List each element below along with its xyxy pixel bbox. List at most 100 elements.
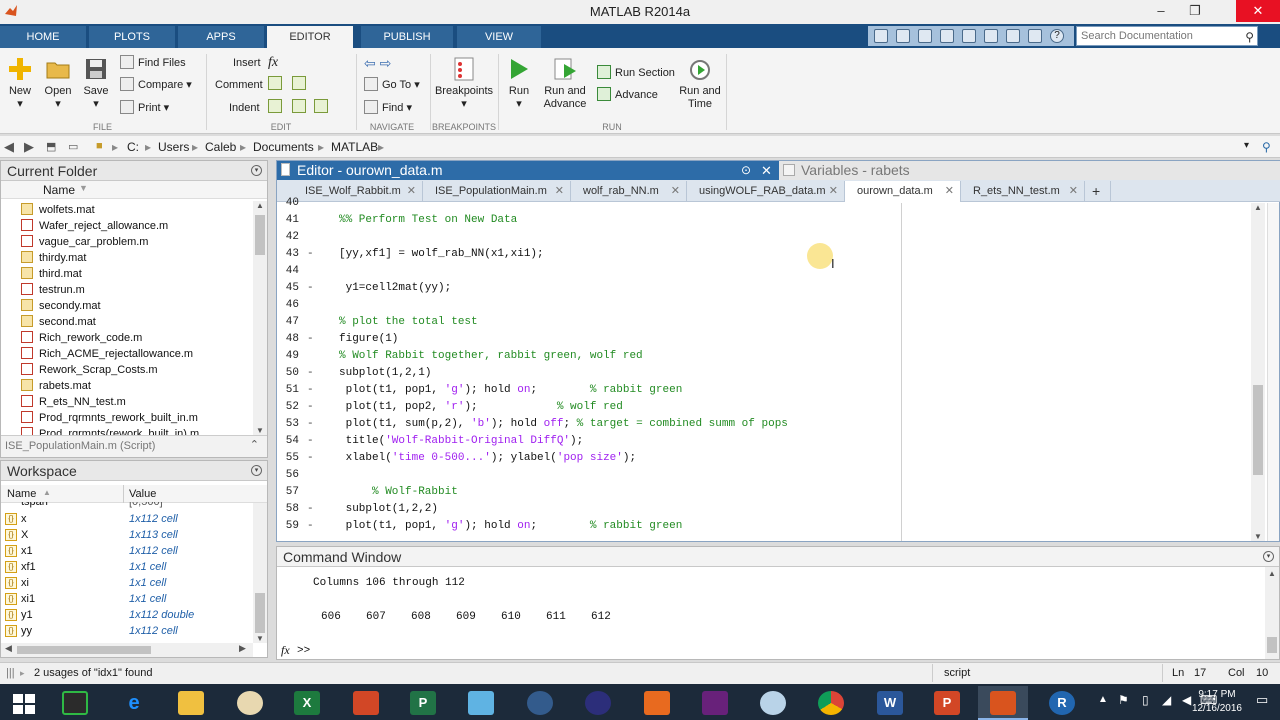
code-line[interactable]: 52- plot(t1, pop2, 'r'); % wolf red — [277, 399, 1257, 416]
taskbar-app[interactable]: X — [282, 686, 332, 720]
workspace-variable-row[interactable]: {} x 1x112 cell — [1, 511, 253, 527]
file-list-item[interactable]: third.mat — [21, 266, 82, 282]
command-scrollbar[interactable]: ▲ — [1265, 567, 1279, 659]
quick-switch-windows-icon[interactable] — [1028, 29, 1042, 43]
file-list-item[interactable]: thirdy.mat — [21, 250, 86, 266]
message-bar[interactable] — [1267, 203, 1279, 541]
up-folder-icon[interactable]: ⬒ — [46, 140, 56, 153]
breakpoint-marker[interactable]: - — [307, 280, 314, 297]
taskbar-app[interactable] — [341, 686, 391, 720]
maximize-button[interactable]: ❐ — [1180, 0, 1210, 22]
file-list-item[interactable]: Rework_Scrap_Costs.m — [21, 362, 158, 378]
taskbar-app[interactable]: W — [865, 686, 915, 720]
scroll-up-icon[interactable]: ▲ — [256, 201, 264, 210]
code-line[interactable]: 51- plot(t1, pop1, 'g'); hold on; % rabbi… — [277, 382, 1257, 399]
taskbar-app[interactable]: P — [398, 686, 448, 720]
file-list-item[interactable]: secondy.mat — [21, 298, 101, 314]
open-button[interactable]: Open ▾ — [42, 56, 74, 110]
code-line[interactable]: 46 — [277, 297, 1257, 314]
breakpoint-marker[interactable]: - — [307, 399, 314, 416]
code-line[interactable]: 42 — [277, 229, 1257, 246]
code-line[interactable]: 53- plot(t1, sum(p,2), 'b'); hold off; % … — [277, 416, 1257, 433]
breakpoint-marker[interactable]: - — [307, 365, 314, 382]
code-line[interactable]: 50- subplot(1,2,1) — [277, 365, 1257, 382]
panel-actions-icon[interactable]: ▾ — [251, 465, 262, 476]
minimize-button[interactable]: – — [1146, 0, 1176, 22]
code-line[interactable]: 43- [yy,xf1] = wolf_rab_NN(x1,xi1); — [277, 246, 1257, 263]
file-list-item[interactable]: vague_car_problem.m — [21, 234, 148, 250]
code-line[interactable]: 59- plot(t1, pop1, 'g'); hold on; % rabbi… — [277, 518, 1257, 535]
file-list-item[interactable]: Wafer_reject_allowance.m — [21, 218, 168, 234]
breadcrumb-caleb[interactable]: Caleb — [205, 140, 236, 154]
indent-button[interactable]: Indent — [229, 99, 260, 117]
decrease-indent-icon[interactable] — [314, 99, 328, 113]
code-line[interactable]: 56 — [277, 467, 1257, 484]
scroll-down-icon[interactable]: ▼ — [256, 426, 264, 435]
breadcrumb-matlab[interactable]: MATLAB — [331, 140, 378, 154]
scrollbar-thumb[interactable] — [1267, 637, 1277, 653]
tab-editor[interactable]: EDITOR — [267, 26, 353, 48]
editor-scrollbar[interactable]: ▲ ▼ — [1251, 203, 1265, 541]
workspace-variable-row[interactable]: {} yy 1x112 cell — [1, 623, 253, 639]
file-list-item[interactable]: Prod_rqrmnts_rework_built_in.m — [21, 410, 198, 426]
run-section-button[interactable]: Run Section — [597, 64, 675, 82]
breakpoint-marker[interactable]: - — [307, 450, 314, 467]
find-files-button[interactable]: Find Files — [120, 54, 186, 72]
file-list-item[interactable]: testrun.m — [21, 282, 85, 298]
browse-folder-icon[interactable]: ▭ — [68, 140, 78, 153]
taskbar-app[interactable] — [632, 686, 682, 720]
file-list-item[interactable]: wolfets.mat — [21, 202, 95, 218]
workspace-hscrollbar[interactable]: ◀ ▶ — [1, 643, 253, 657]
taskbar-app[interactable] — [573, 686, 623, 720]
code-line[interactable]: 57 % Wolf-Rabbit — [277, 484, 1257, 501]
close-window-button[interactable]: ✕ — [1236, 0, 1280, 22]
name-column-header[interactable]: Name — [7, 488, 36, 500]
editor-actions-icon[interactable]: ⊙ — [741, 161, 751, 180]
go-to-button[interactable]: Go To ▾ — [364, 76, 420, 94]
breakpoints-button[interactable]: Breakpoints ▾ — [434, 56, 494, 110]
find-button[interactable]: Find ▾ — [364, 99, 412, 117]
code-line[interactable]: 41 %% Perform Test on New Data — [277, 212, 1257, 229]
file-list-item[interactable]: R_ets_NN_test.m — [21, 394, 126, 410]
scrollbar-thumb[interactable] — [255, 593, 265, 633]
back-icon[interactable]: ◀ — [4, 139, 14, 155]
code-line[interactable]: 40 — [277, 195, 1257, 212]
compare-button[interactable]: Compare ▾ — [120, 76, 192, 94]
run-and-time-button[interactable]: Run and Time — [676, 56, 724, 111]
workspace-partial-row[interactable]: tspan [0,500] — [1, 502, 253, 510]
increase-indent-icon[interactable] — [292, 99, 306, 113]
scroll-down-icon[interactable]: ▼ — [1254, 532, 1262, 541]
workspace-variable-row[interactable]: {} x1 1x112 cell — [1, 543, 253, 559]
breakpoint-marker[interactable]: - — [307, 416, 314, 433]
breakpoint-marker[interactable]: - — [307, 501, 314, 518]
editor-close-icon[interactable]: ✕ — [761, 161, 772, 180]
quick-cut-icon[interactable] — [918, 29, 932, 43]
code-line[interactable]: 49 % Wolf Rabbit together, rabbit green, … — [277, 348, 1257, 365]
tab-home[interactable]: HOME — [0, 26, 86, 48]
save-button[interactable]: Save ▾ — [80, 56, 112, 110]
file-list-item[interactable]: rabets.mat — [21, 378, 91, 394]
file-list-item[interactable]: second.mat — [21, 314, 96, 330]
code-line[interactable]: 44 — [277, 263, 1257, 280]
scrollbar-thumb[interactable] — [17, 646, 151, 654]
volume-icon[interactable]: ◀ — [1182, 693, 1191, 707]
uncomment-icon[interactable] — [292, 76, 306, 90]
breakpoint-marker[interactable]: - — [307, 433, 314, 450]
tab-view[interactable]: VIEW — [457, 26, 541, 48]
tab-plots[interactable]: PLOTS — [89, 26, 175, 48]
code-line[interactable]: 55- xlabel('time 0-500...'); ylabel('pop … — [277, 450, 1257, 467]
taskbar-app[interactable] — [690, 686, 740, 720]
workspace-variable-row[interactable]: {} y1 1x112 double — [1, 607, 253, 623]
taskbar-app[interactable] — [50, 686, 100, 720]
chevron-up-icon[interactable]: ⌃ — [250, 438, 259, 451]
breadcrumb-documents[interactable]: Documents — [253, 140, 314, 154]
quick-save-icon[interactable] — [896, 29, 910, 43]
breakpoint-marker[interactable]: - — [307, 246, 314, 263]
panel-actions-icon[interactable]: ▾ — [251, 165, 262, 176]
file-list-item[interactable]: Rich_rework_code.m — [21, 330, 142, 346]
command-prompt[interactable]: >> — [297, 645, 310, 657]
scroll-right-icon[interactable]: ▶ — [239, 643, 246, 654]
workspace-variable-row[interactable]: {} xi 1x1 cell — [1, 575, 253, 591]
start-button[interactable] — [0, 686, 50, 720]
taskbar-app[interactable]: P — [922, 686, 972, 720]
